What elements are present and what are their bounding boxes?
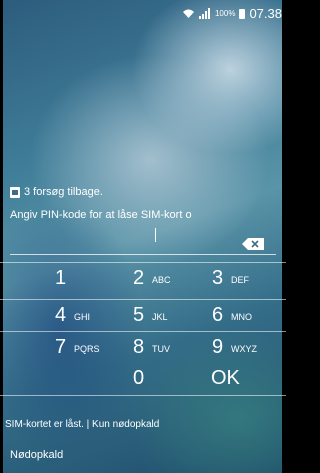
key-letters: TUV (152, 344, 170, 354)
attempts-row: 3 forsøg tilbage. (10, 186, 103, 198)
clock: 07.38 (249, 6, 282, 21)
battery-icon (239, 8, 246, 19)
keypad-divider (0, 262, 286, 263)
key-letters: PQRS (74, 344, 100, 354)
key-digit: 7 (55, 336, 67, 358)
key-digit: 5 (133, 304, 145, 326)
key-letters: JKL (152, 312, 168, 322)
emergency-call-button[interactable]: Nødopkald (10, 449, 63, 461)
key-letters: MNO (231, 312, 252, 322)
lock-screen: 100% 07.38 3 forsøg tilbage. Angiv PIN-k… (0, 0, 286, 473)
ok-button[interactable]: OK (211, 367, 286, 391)
key-6[interactable]: 6 MNO (212, 304, 286, 328)
key-digit: 2 (133, 267, 145, 289)
key-8[interactable]: 8 TUV (133, 336, 213, 360)
key-5[interactable]: 5 JKL (133, 304, 213, 328)
keypad-divider (0, 299, 286, 300)
key-digit: 6 (212, 304, 224, 326)
key-digit: 3 (212, 267, 224, 289)
key-letters: ABC (152, 275, 171, 285)
ok-label: OK (211, 367, 240, 389)
keypad-divider (0, 331, 286, 332)
pin-cursor[interactable] (155, 228, 156, 242)
key-letters: WXYZ (231, 344, 257, 354)
key-digit: 0 (133, 367, 145, 389)
pin-input-underline[interactable] (10, 254, 276, 255)
screen-edge-right (282, 0, 286, 473)
sim-card-icon (10, 186, 20, 198)
screen-edge-left (0, 0, 3, 473)
key-letters: GHI (74, 312, 91, 322)
key-2[interactable]: 2 ABC (133, 267, 213, 291)
status-icons: 100% 07.38 (182, 6, 282, 21)
status-bar: 100% 07.38 (0, 0, 286, 26)
key-digit: 4 (55, 304, 67, 326)
sim-status-text: SIM-kortet er låst. | Kun nødopkald (5, 419, 160, 430)
battery-percentage: 100% (214, 9, 236, 18)
key-3[interactable]: 3 DEF (212, 267, 286, 291)
backspace-icon[interactable] (242, 238, 264, 250)
key-digit: 8 (133, 336, 145, 358)
key-4[interactable]: 4 GHI (55, 304, 135, 328)
key-digit: 9 (212, 336, 224, 358)
key-digit: 1 (55, 267, 67, 289)
attempts-remaining: 3 forsøg tilbage. (24, 186, 103, 198)
signal-icon (198, 8, 210, 19)
wifi-icon (182, 9, 194, 18)
key-letters: DEF (231, 275, 249, 285)
key-1[interactable]: 1 (55, 267, 135, 291)
keypad-divider (0, 395, 286, 396)
pin-prompt: Angiv PIN-kode for at låse SIM-kort o (10, 209, 192, 221)
key-0[interactable]: 0 (133, 367, 213, 391)
key-9[interactable]: 9 WXYZ (212, 336, 286, 360)
key-7[interactable]: 7 PQRS (55, 336, 135, 360)
